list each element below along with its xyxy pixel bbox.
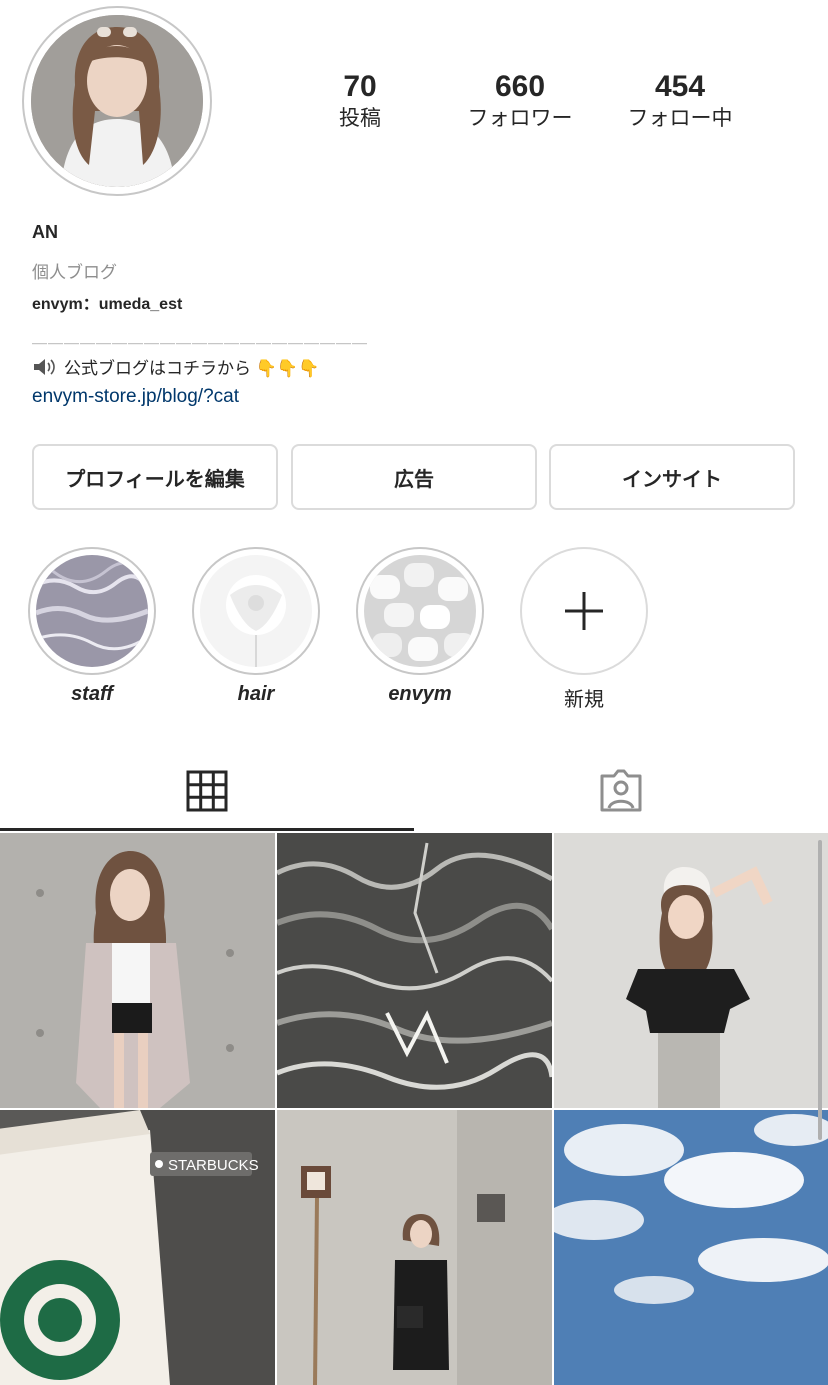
ads-button[interactable]: 広告	[291, 444, 537, 510]
stat-posts[interactable]: 70 投稿	[280, 70, 440, 134]
post-thumbnail[interactable]	[0, 833, 275, 1108]
highlight-label: 新規	[564, 689, 604, 711]
profile-stats: 70 投稿 660 フォロワー 454 フォロー中	[280, 70, 800, 140]
highlight-label: envym	[388, 683, 452, 705]
tagged-person-icon	[600, 769, 642, 812]
post-thumbnail[interactable]	[277, 1110, 552, 1385]
stat-posts-label: 投稿	[339, 107, 381, 130]
post-thumbnail[interactable]: STARBUCKS	[0, 1110, 275, 1385]
post-thumbnail[interactable]	[554, 833, 828, 1108]
stat-followers-value: 660	[494, 70, 546, 103]
stat-following-label: フォロー中	[627, 107, 733, 130]
active-tab-indicator	[0, 828, 414, 831]
stat-following[interactable]: 454 フォロー中	[600, 70, 760, 134]
scrollbar[interactable]	[818, 840, 822, 1140]
highlight-cover-flower	[200, 555, 312, 667]
bio-line-1: envym：umeda_est	[32, 296, 183, 313]
highlight-new[interactable]: 新規	[520, 547, 648, 712]
highlight-envym[interactable]: envym	[356, 547, 484, 706]
post-location-sticker: STARBUCKS	[168, 1157, 259, 1174]
highlight-label: hair	[237, 683, 275, 705]
highlight-label: staff	[71, 683, 113, 705]
highlight-ring	[356, 547, 484, 675]
highlight-ring	[28, 547, 156, 675]
stat-followers-label: フォロワー	[467, 107, 573, 130]
profile-avatar-ring[interactable]	[22, 6, 212, 196]
stat-followers[interactable]: 660 フォロワー	[440, 70, 600, 134]
stat-posts-value: 70	[343, 70, 377, 103]
insights-button[interactable]: インサイト	[549, 444, 795, 510]
profile-name: AN	[32, 222, 58, 242]
posts-grid: STARBUCKS	[0, 833, 828, 1385]
highlight-staff[interactable]: staff	[28, 547, 156, 706]
highlight-cover-marshmallow	[364, 555, 476, 667]
highlight-ring	[192, 547, 320, 675]
post-thumbnail[interactable]	[554, 1110, 828, 1385]
stat-following-value: 454	[654, 70, 706, 103]
highlight-hair[interactable]: hair	[192, 547, 320, 706]
profile-category: 個人ブログ	[32, 263, 117, 282]
bio-divider: ＿＿＿＿＿＿＿＿＿＿＿＿＿＿＿＿＿＿＿＿＿	[32, 329, 369, 346]
tab-posts-grid[interactable]	[0, 752, 414, 830]
edit-profile-button[interactable]: プロフィールを編集	[32, 444, 278, 510]
plus-icon	[565, 592, 603, 630]
bio-line-2: 公式ブログはコチラから 👇👇👇	[32, 354, 319, 379]
post-thumbnail[interactable]	[277, 833, 552, 1108]
profile-link[interactable]: envym-store.jp/blog/?cat	[32, 386, 239, 408]
highlight-cover-water	[36, 555, 148, 667]
tab-tagged[interactable]	[414, 752, 828, 830]
grid-icon	[186, 770, 228, 812]
profile-tab-bar	[0, 752, 828, 832]
bio-line-2-text: 公式ブログはコチラから 👇👇👇	[64, 359, 320, 378]
profile-avatar[interactable]	[31, 15, 203, 187]
highlight-new-ring	[520, 547, 648, 675]
avatar-photo	[31, 15, 203, 187]
speaker-icon	[34, 358, 55, 375]
